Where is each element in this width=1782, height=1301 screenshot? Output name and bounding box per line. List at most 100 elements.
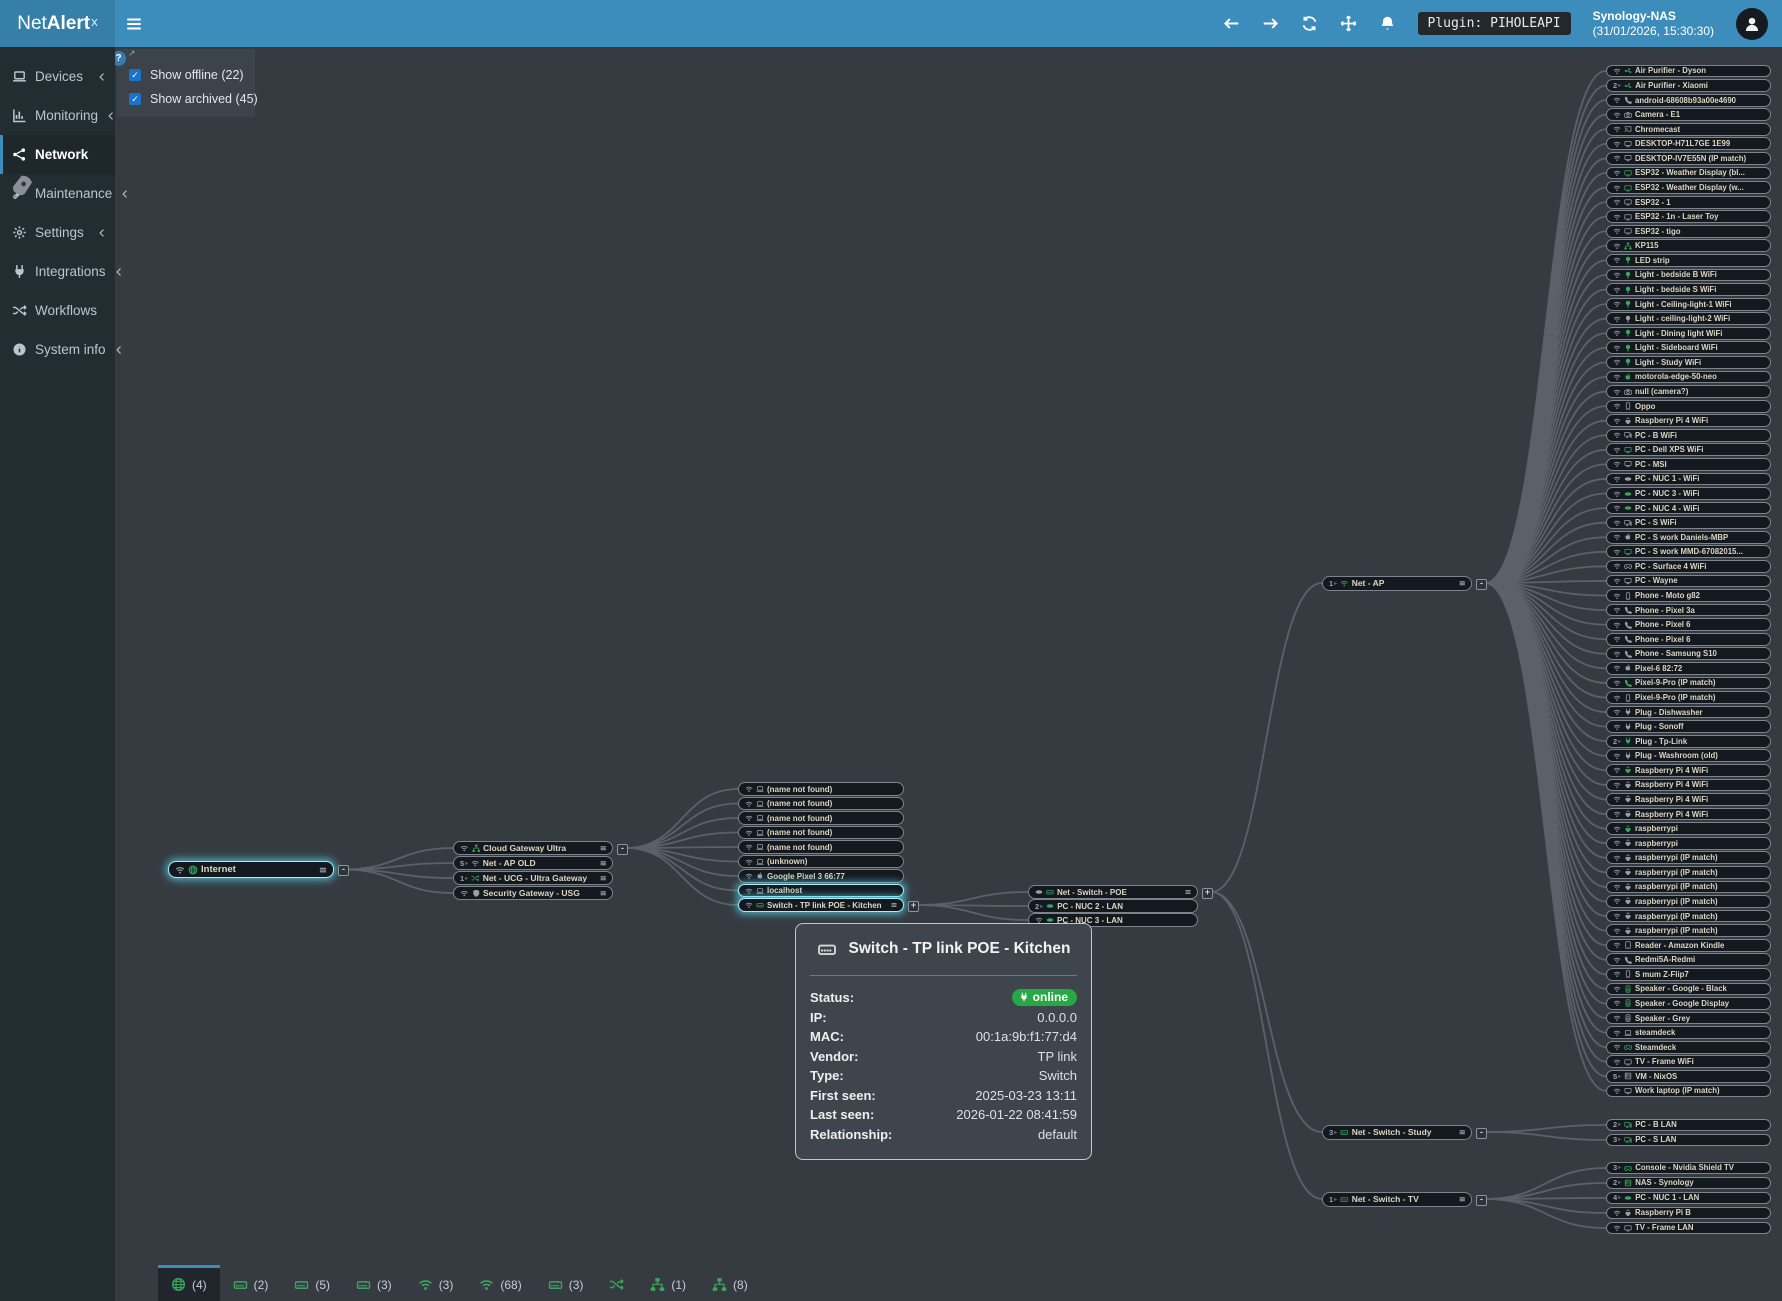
collapse-connector-button[interactable]: - [1476,1128,1487,1139]
device-node[interactable]: Raspberry Pi B [1606,1207,1771,1220]
device-node[interactable]: Phone - Samsung S10 [1606,647,1771,660]
show-archived-checkbox[interactable]: ✓ [129,93,141,105]
sidebar-item-devices[interactable]: Devices [0,57,115,96]
device-node[interactable]: PC - MSI [1606,458,1771,471]
subnet-tab-3[interactable]: (5) [281,1265,343,1301]
device-node[interactable]: (unknown) [738,855,904,869]
expand-connector-button[interactable]: + [1202,888,1213,899]
device-node[interactable]: 1▸Net - UCG - Ultra Gateway [453,871,613,885]
device-node[interactable]: PC - Surface 4 WiFi [1606,560,1771,573]
device-node[interactable]: PC - S work MMD-67082015... [1606,545,1771,558]
device-node[interactable]: TV - Frame WiFi [1606,1055,1771,1068]
device-node[interactable]: TV - Frame LAN [1606,1222,1771,1235]
pan-mode-button[interactable] [1340,15,1357,32]
subnet-tab-2[interactable]: (2) [220,1265,282,1301]
device-node[interactable]: 3▸PC - S LAN [1606,1134,1771,1147]
device-node[interactable]: Oppo [1606,400,1771,413]
device-node[interactable]: 2▸Air Purifier - Xiaomi [1606,79,1771,92]
node-menu-button[interactable] [599,889,608,898]
device-node[interactable]: Raspberry Pi 4 WiFi [1606,808,1771,821]
device-node[interactable]: steamdeck [1606,1026,1771,1039]
rocket-icon[interactable] [3,170,39,206]
device-node[interactable]: null (camera?) [1606,385,1771,398]
device-node[interactable]: 2▸NAS - Synology [1606,1177,1771,1190]
device-node[interactable]: Raspberry Pi 4 WiFi [1606,764,1771,777]
device-node[interactable]: (name not found) [738,797,904,811]
external-link-icon[interactable]: ↗ [128,48,136,59]
device-node[interactable]: ESP32 - Weather Display (w... [1606,181,1771,194]
subnet-tab-5[interactable]: (3) [405,1265,467,1301]
device-node[interactable]: Internet [168,861,334,878]
collapse-connector-button[interactable]: - [1476,1195,1487,1206]
device-node[interactable]: PC - S work Daniels-MBP [1606,531,1771,544]
device-node[interactable]: raspberrypi (IP match) [1606,866,1771,879]
device-node[interactable]: Pixel-9-Pro (IP match) [1606,691,1771,704]
back-button[interactable] [1223,15,1240,32]
device-node[interactable]: DESKTOP-H71L7GE 1E99 [1606,137,1771,150]
device-node[interactable]: Phone - Pixel 3a [1606,604,1771,617]
device-node[interactable]: ESP32 - Weather Display (bl... [1606,167,1771,180]
device-node[interactable]: Security Gateway - USG [453,886,613,900]
device-node[interactable]: raspberrypi (IP match) [1606,851,1771,864]
node-menu-button[interactable] [1458,1128,1467,1137]
device-node[interactable]: DESKTOP-IV7E55N (IP match) [1606,152,1771,165]
device-node[interactable]: (name not found) [738,826,904,840]
subnet-tab-6[interactable]: (68) [466,1265,534,1301]
sidebar-item-system-info[interactable]: System info [0,330,115,369]
device-node[interactable]: PC - Wayne [1606,575,1771,588]
device-node[interactable]: Raspberry Pi 4 WiFi [1606,779,1771,792]
device-node[interactable]: Plug - Sonoff [1606,720,1771,733]
device-node[interactable]: Phone - Pixel 6 [1606,633,1771,646]
device-node[interactable]: 1▸Net - AP [1322,576,1472,591]
device-node[interactable]: raspberrypi (IP match) [1606,924,1771,937]
device-node[interactable]: raspberrypi (IP match) [1606,910,1771,923]
device-node[interactable]: Light - bedside B WiFi [1606,269,1771,282]
node-menu-button[interactable] [599,874,608,883]
device-node[interactable]: ESP32 - 1n - Laser Toy [1606,210,1771,223]
device-node[interactable]: LED strip [1606,254,1771,267]
collapse-connector-button[interactable]: - [617,844,628,855]
device-node[interactable]: Air Purifier - Dyson [1606,65,1771,78]
user-avatar[interactable] [1736,8,1768,40]
node-menu-button[interactable] [599,844,608,853]
device-node[interactable]: Phone - Moto g82 [1606,589,1771,602]
device-node[interactable]: Camera - E1 [1606,108,1771,121]
subnet-tab-10[interactable]: (8) [699,1265,761,1301]
notifications-button[interactable] [1379,15,1396,32]
device-node[interactable]: (name not found) [738,811,904,825]
sidebar-item-settings[interactable]: Settings [0,213,115,252]
device-node[interactable]: Light - Study WiFi [1606,356,1771,369]
device-node[interactable]: raspberrypi [1606,837,1771,850]
device-node[interactable]: Chromecast [1606,123,1771,136]
app-logo[interactable]: NetAlertX [0,0,115,47]
device-node[interactable]: 2▸PC - B LAN [1606,1119,1771,1132]
sidebar-item-integrations[interactable]: Integrations [0,252,115,291]
device-node[interactable]: Light - Dining light WiFi [1606,327,1771,340]
sidebar-item-monitoring[interactable]: Monitoring [0,96,115,135]
device-node[interactable]: raspberrypi (IP match) [1606,881,1771,894]
device-node[interactable]: Reader - Amazon Kindle [1606,939,1771,952]
device-node[interactable]: (name not found) [738,840,904,854]
node-menu-button[interactable] [599,859,608,868]
device-node[interactable]: 5▸Net - AP OLD [453,856,613,870]
device-node[interactable]: PC - Dell XPS WiFi [1606,443,1771,456]
device-node[interactable]: Plug - Washroom (old) [1606,749,1771,762]
device-node[interactable]: Pixel-6 82:72 [1606,662,1771,675]
device-node[interactable]: Light - ceiling-light-2 WiFi [1606,312,1771,325]
device-node[interactable]: 2▸PC - NUC 2 - LAN [1028,899,1198,913]
device-node[interactable]: raspberrypi [1606,822,1771,835]
node-menu-button[interactable] [890,901,898,909]
device-node[interactable]: Raspberry Pi 4 WiFi [1606,793,1771,806]
device-node[interactable]: Speaker - Google Display [1606,997,1771,1010]
device-node[interactable]: raspberrypi (IP match) [1606,895,1771,908]
device-node[interactable]: Speaker - Google - Black [1606,983,1771,996]
plugin-status-badge[interactable]: Plugin: PIHOLEAPI [1418,12,1571,35]
device-node[interactable]: PC - NUC 4 - WiFi [1606,502,1771,515]
device-node[interactable]: Net - Switch - POE [1028,885,1198,899]
forward-button[interactable] [1262,15,1279,32]
node-menu-button[interactable] [1458,579,1467,588]
device-node[interactable]: PC - NUC 3 - WiFi [1606,487,1771,500]
device-node[interactable]: 5▸VM - NixOS [1606,1070,1771,1083]
sidebar-item-workflows[interactable]: Workflows [0,291,115,330]
node-menu-button[interactable] [1458,1195,1467,1204]
